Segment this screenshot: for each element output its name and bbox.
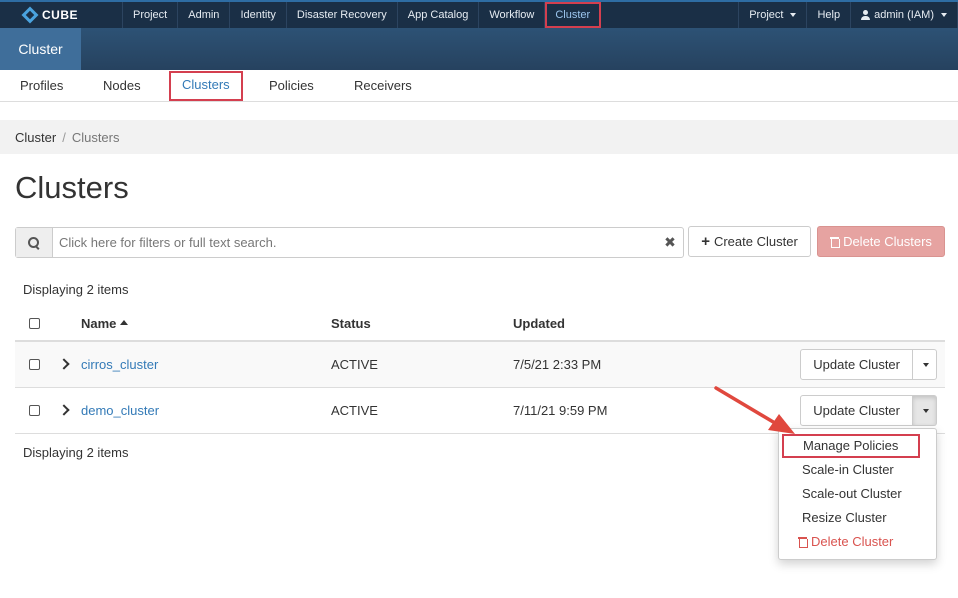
tab-policies[interactable]: Policies bbox=[269, 72, 314, 100]
row-actions-toggle[interactable] bbox=[913, 349, 937, 380]
chevron-right-icon[interactable] bbox=[58, 404, 70, 416]
cluster-updated: 7/5/21 2:33 PM bbox=[513, 357, 602, 372]
breadcrumb-parent[interactable]: Cluster bbox=[15, 130, 56, 145]
cluster-name-link[interactable]: cirros_cluster bbox=[81, 357, 158, 372]
item-count-top: Displaying 2 items bbox=[23, 282, 129, 297]
tab-profiles[interactable]: Profiles bbox=[20, 72, 63, 100]
search-addon bbox=[16, 228, 53, 257]
cluster-updated: 7/11/21 9:59 PM bbox=[513, 403, 608, 418]
delete-clusters-label: Delete Clusters bbox=[843, 234, 932, 249]
tab-nodes[interactable]: Nodes bbox=[103, 72, 141, 100]
tab-clusters[interactable]: Clusters bbox=[169, 71, 243, 101]
trash-icon bbox=[798, 537, 808, 548]
breadcrumb-current: Clusters bbox=[71, 129, 120, 145]
chevron-down-icon bbox=[923, 362, 929, 367]
breadcrumb-separator: / bbox=[62, 129, 66, 145]
chevron-right-icon[interactable] bbox=[58, 358, 70, 370]
row-actions-toggle[interactable] bbox=[913, 395, 937, 426]
search-input[interactable] bbox=[53, 228, 657, 257]
topnav-identity[interactable]: Identity bbox=[230, 2, 287, 28]
topnav-project[interactable]: Project bbox=[123, 2, 179, 28]
brand-logo[interactable]: CUBE bbox=[22, 5, 78, 25]
menu-item-delete-cluster[interactable]: Delete Cluster bbox=[779, 530, 936, 554]
cube-logo-icon bbox=[22, 7, 38, 23]
column-header-status[interactable]: Status bbox=[331, 316, 371, 331]
topnav-app-catalog[interactable]: App Catalog bbox=[398, 2, 480, 28]
clear-search-icon[interactable]: ✖ bbox=[657, 228, 683, 257]
plus-icon: + bbox=[701, 233, 710, 250]
top-navbar: CUBE Project Admin Identity Disaster Rec… bbox=[0, 0, 958, 28]
chevron-down-icon bbox=[790, 13, 797, 17]
cluster-status: ACTIVE bbox=[331, 357, 378, 372]
menu-item-delete-cluster-label: Delete Cluster bbox=[811, 534, 894, 549]
tab-receivers[interactable]: Receivers bbox=[354, 72, 412, 100]
user-menu-label: admin (IAM) bbox=[874, 9, 934, 21]
search-bar: ✖ bbox=[15, 227, 684, 258]
column-header-name-label: Name bbox=[81, 316, 117, 331]
create-cluster-button[interactable]: + Create Cluster bbox=[688, 226, 811, 257]
dashboard-bar: Cluster bbox=[0, 28, 958, 70]
select-all-checkbox[interactable] bbox=[29, 318, 40, 329]
row-checkbox[interactable] bbox=[29, 405, 40, 416]
clusters-table: Name Status Updated cirros_cluster ACTIV… bbox=[15, 306, 945, 434]
cluster-name-link[interactable]: demo_cluster bbox=[81, 403, 159, 418]
breadcrumb: Cluster / Clusters bbox=[0, 120, 958, 154]
chevron-down-icon bbox=[923, 408, 929, 413]
row-actions-menu: Manage Policies Scale-in Cluster Scale-o… bbox=[778, 428, 937, 560]
menu-item-resize-cluster[interactable]: Resize Cluster bbox=[779, 506, 936, 530]
row-actions: Update Cluster bbox=[800, 349, 937, 380]
update-cluster-button[interactable]: Update Cluster bbox=[800, 349, 913, 380]
table-row: cirros_cluster ACTIVE 7/5/21 2:33 PM Upd… bbox=[15, 342, 945, 388]
delete-clusters-button[interactable]: Delete Clusters bbox=[817, 226, 945, 257]
brand-logo-text: CUBE bbox=[42, 8, 79, 22]
trash-icon bbox=[830, 236, 841, 248]
page-title: Clusters bbox=[15, 170, 129, 205]
menu-item-scale-out-cluster[interactable]: Scale-out Cluster bbox=[779, 482, 936, 506]
top-right-menu: Project Help admin (IAM) bbox=[738, 2, 958, 28]
row-actions: Update Cluster bbox=[800, 395, 937, 426]
help-link[interactable]: Help bbox=[807, 2, 852, 28]
create-cluster-label: Create Cluster bbox=[713, 234, 798, 249]
menu-item-manage-policies[interactable]: Manage Policies bbox=[782, 434, 920, 458]
panel-tabs: Profiles Nodes Clusters Policies Receive… bbox=[0, 70, 958, 102]
topnav-disaster-recovery[interactable]: Disaster Recovery bbox=[287, 2, 398, 28]
user-menu[interactable]: admin (IAM) bbox=[851, 2, 958, 28]
top-nav-menu: Project Admin Identity Disaster Recovery… bbox=[122, 2, 602, 28]
topnav-admin[interactable]: Admin bbox=[178, 2, 231, 28]
cluster-status: ACTIVE bbox=[331, 403, 378, 418]
topnav-workflow[interactable]: Workflow bbox=[479, 2, 546, 28]
column-header-name[interactable]: Name bbox=[81, 316, 129, 331]
dashboard-tab-cluster[interactable]: Cluster bbox=[0, 28, 81, 70]
search-icon bbox=[28, 236, 40, 249]
row-checkbox[interactable] bbox=[29, 359, 40, 370]
project-dropdown-label: Project bbox=[749, 9, 784, 21]
item-count-bottom: Displaying 2 items bbox=[23, 445, 129, 460]
menu-item-scale-in-cluster[interactable]: Scale-in Cluster bbox=[779, 458, 936, 482]
sort-ascending-icon bbox=[120, 320, 129, 325]
column-header-updated[interactable]: Updated bbox=[513, 316, 565, 331]
topnav-cluster[interactable]: Cluster bbox=[545, 2, 602, 28]
project-dropdown[interactable]: Project bbox=[739, 2, 808, 28]
table-header: Name Status Updated bbox=[15, 306, 945, 342]
user-icon bbox=[861, 10, 871, 20]
chevron-down-icon bbox=[941, 13, 947, 17]
update-cluster-button[interactable]: Update Cluster bbox=[800, 395, 913, 426]
